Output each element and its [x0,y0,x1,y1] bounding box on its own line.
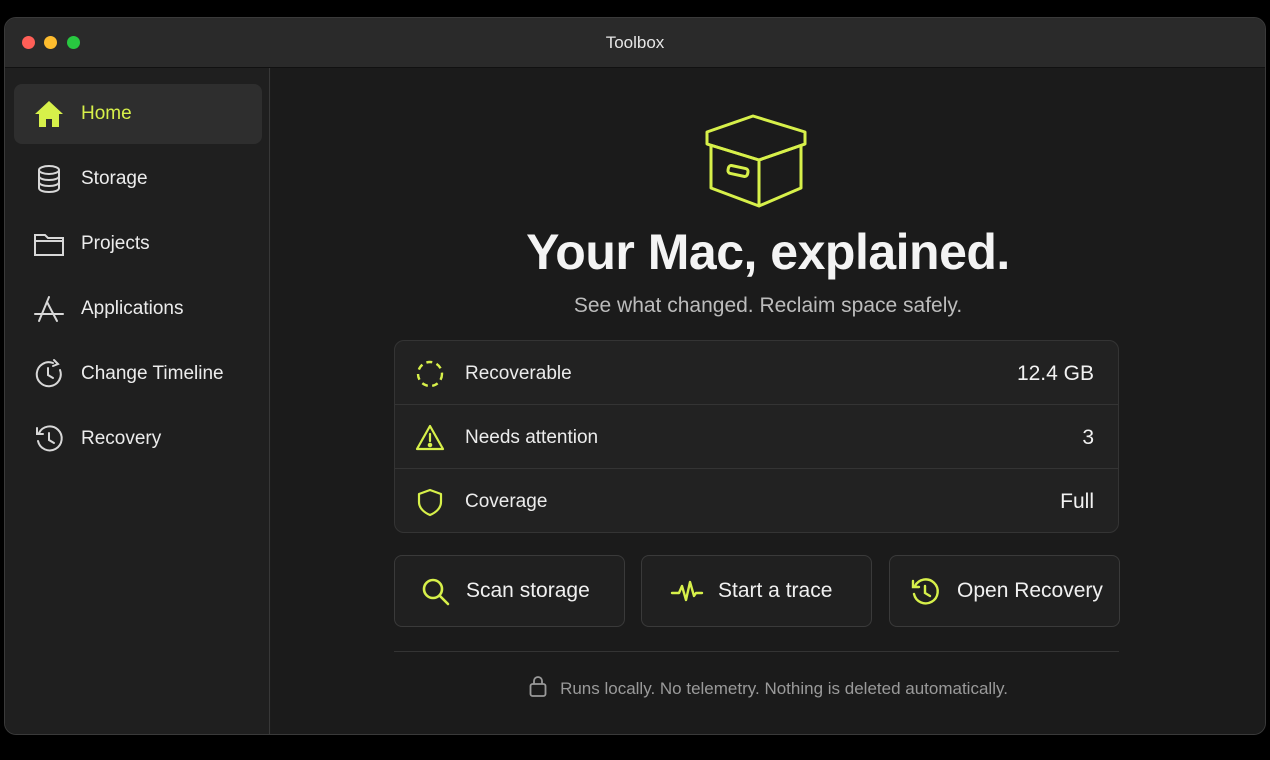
divider [394,651,1119,652]
database-icon [32,163,66,195]
sidebar-item-applications[interactable]: Applications [14,279,262,339]
app-store-icon [32,293,66,325]
app-window: Toolbox Home Storage Projects Applicatio… [4,17,1266,735]
stat-label: Recoverable [465,363,572,384]
stat-label: Needs attention [465,427,599,448]
warning-icon [415,423,445,453]
home-icon [32,98,66,130]
archive-box-icon [701,110,811,215]
dashed-circle-icon [415,359,445,389]
restore-icon [32,423,66,455]
sidebar-item-storage[interactable]: Storage [14,149,262,209]
stat-row-coverage: Coverage Full [395,469,1118,532]
action-label: Scan storage [466,579,590,602]
sidebar-item-label: Projects [81,233,150,254]
action-label: Open Recovery [957,579,1103,602]
title-bar: Toolbox [5,18,1265,68]
open-recovery-button[interactable]: Open Recovery [889,555,1120,627]
sidebar-item-label: Applications [81,298,184,319]
lock-icon [528,674,548,703]
sidebar-item-label: Storage [81,168,148,189]
pulse-icon [670,576,704,608]
search-icon [419,576,453,608]
footer-text: Runs locally. No telemetry. Nothing is d… [560,678,1008,698]
scan-storage-button[interactable]: Scan storage [394,555,625,627]
restore-icon [908,576,942,608]
page-subtitle: See what changed. Reclaim space safely. [573,294,963,317]
shield-icon [415,487,445,517]
action-label: Start a trace [718,579,833,602]
folder-icon [32,228,66,260]
start-trace-button[interactable]: Start a trace [641,555,872,627]
sidebar-item-label: Home [81,103,132,124]
main-content: Your Mac, explained. See what changed. R… [271,68,1265,734]
stat-value: 3 [1082,426,1094,449]
window-title: Toolbox [605,33,665,52]
sidebar-item-recovery[interactable]: Recovery [14,409,262,469]
sidebar-item-change-timeline[interactable]: Change Timeline [14,344,262,404]
stat-value: Full [1060,490,1094,513]
sidebar-item-home[interactable]: Home [14,84,262,144]
stat-value: 12.4 GB [1016,362,1094,385]
sidebar: Home Storage Projects Applications Chang… [5,68,270,734]
stats-card: Recoverable 12.4 GB Needs attention 3 Co… [394,340,1119,533]
clock-history-icon [32,358,66,390]
stat-label: Coverage [465,491,548,512]
page-title: Your Mac, explained. [526,224,1010,280]
stat-row-needs-attention: Needs attention 3 [395,405,1118,469]
stat-row-recoverable: Recoverable 12.4 GB [395,341,1118,405]
sidebar-item-projects[interactable]: Projects [14,214,262,274]
footer-note: Runs locally. No telemetry. Nothing is d… [271,674,1265,703]
sidebar-item-label: Recovery [81,428,162,449]
sidebar-item-label: Change Timeline [81,363,224,384]
